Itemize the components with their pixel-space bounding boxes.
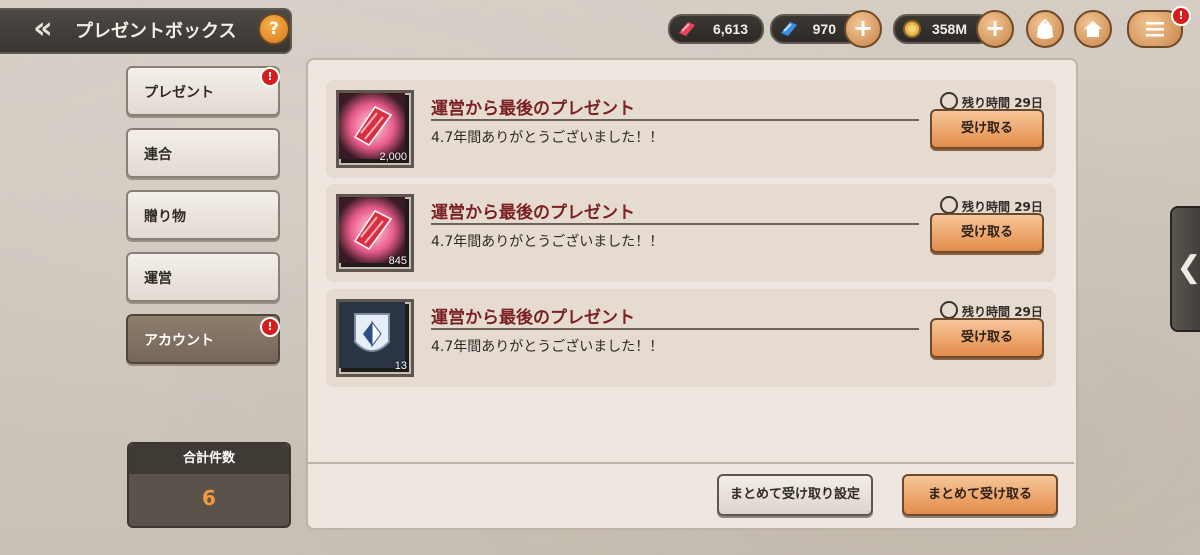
- wings-emblem-icon: [339, 302, 405, 368]
- item-quantity: 2,000: [379, 151, 407, 163]
- tab-present[interactable]: プレゼント: [126, 66, 280, 116]
- red-crystal-icon: [339, 197, 405, 263]
- home-icon: [1084, 21, 1102, 37]
- currency-value: 970: [812, 21, 836, 37]
- remaining-time-label: 残り時間: [962, 96, 1011, 110]
- remaining-time-label: 残り時間: [962, 305, 1011, 319]
- tab-account[interactable]: アカウント: [126, 314, 280, 364]
- currency-red-crystal: 6,613: [668, 14, 764, 44]
- receive-button[interactable]: 受け取る: [930, 213, 1044, 253]
- home-button[interactable]: [1074, 10, 1112, 48]
- page-title: プレゼントボックス: [75, 21, 237, 42]
- tab-gift[interactable]: 贈り物: [126, 190, 280, 240]
- tab-present-badge: !: [260, 67, 280, 87]
- timer-icon: [940, 196, 958, 214]
- tab-alliance[interactable]: 連合: [126, 128, 280, 178]
- total-count-label: 合計件数: [129, 444, 289, 474]
- item-thumbnail: 13: [336, 299, 414, 377]
- back-button[interactable]: «: [18, 10, 58, 48]
- list-item: 2,000 運営から最後のプレゼント 4.7年間ありがとうございました！！ 残り…: [326, 80, 1056, 178]
- tab-label: アカウント: [144, 333, 214, 349]
- item-bag-button[interactable]: [1026, 10, 1064, 48]
- item-description: 4.7年間ありがとうございました！！: [431, 234, 664, 250]
- red-crystal-icon: [679, 22, 695, 36]
- currency-value: 6,613: [712, 21, 748, 37]
- blue-crystal-icon: [781, 22, 797, 36]
- timer-icon: [940, 92, 958, 110]
- remaining-time-value: 29日: [1014, 305, 1043, 319]
- remaining-time-value: 29日: [1014, 200, 1043, 214]
- timer-icon: [940, 301, 958, 319]
- add-gold-button[interactable]: +: [976, 10, 1014, 48]
- tab-label: プレゼント: [144, 85, 214, 101]
- receive-button[interactable]: 受け取る: [930, 318, 1044, 358]
- list-item: 13 運営から最後のプレゼント 4.7年間ありがとうございました！！ 残り時間 …: [326, 289, 1056, 387]
- tab-label: 運営: [144, 271, 172, 287]
- item-thumbnail: 2,000: [336, 90, 414, 168]
- item-quantity: 13: [394, 360, 407, 372]
- total-count-value: 6: [202, 486, 216, 510]
- bulk-receive-settings-button[interactable]: まとめて受け取り設定: [717, 474, 873, 516]
- item-description: 4.7年間ありがとうございました！！: [431, 339, 664, 355]
- item-title: 運営から最後のプレゼント: [431, 203, 635, 223]
- remaining-time-label: 残り時間: [962, 200, 1011, 214]
- help-button[interactable]: ?: [258, 13, 290, 45]
- divider: [431, 328, 919, 330]
- tab-label: 連合: [144, 147, 172, 163]
- panel-divider: [308, 462, 1074, 464]
- divider: [431, 223, 919, 225]
- remaining-time-value: 29日: [1014, 96, 1043, 110]
- tab-management[interactable]: 運営: [126, 252, 280, 302]
- bag-icon: [1037, 18, 1053, 39]
- red-crystal-icon: [339, 93, 405, 159]
- receive-all-button[interactable]: まとめて受け取る: [902, 474, 1058, 516]
- item-title: 運営から最後のプレゼント: [431, 308, 635, 328]
- divider: [431, 119, 919, 121]
- total-count-box: 合計件数 6: [127, 442, 291, 528]
- side-panel-toggle[interactable]: ❮: [1170, 206, 1200, 332]
- tab-label: 贈り物: [144, 209, 186, 225]
- item-quantity: 845: [388, 255, 407, 267]
- item-description: 4.7年間ありがとうございました！！: [431, 130, 664, 146]
- menu-alert-badge: !: [1171, 6, 1191, 26]
- add-blue-crystal-button[interactable]: +: [844, 10, 882, 48]
- currency-value: 358M: [931, 21, 967, 37]
- gold-coin-icon: [903, 20, 921, 38]
- item-thumbnail: 845: [336, 194, 414, 272]
- list-item: 845 運営から最後のプレゼント 4.7年間ありがとうございました！！ 残り時間…: [326, 184, 1056, 282]
- tab-account-badge: !: [260, 317, 280, 337]
- item-title: 運営から最後のプレゼント: [431, 99, 635, 119]
- receive-button[interactable]: 受け取る: [930, 109, 1044, 149]
